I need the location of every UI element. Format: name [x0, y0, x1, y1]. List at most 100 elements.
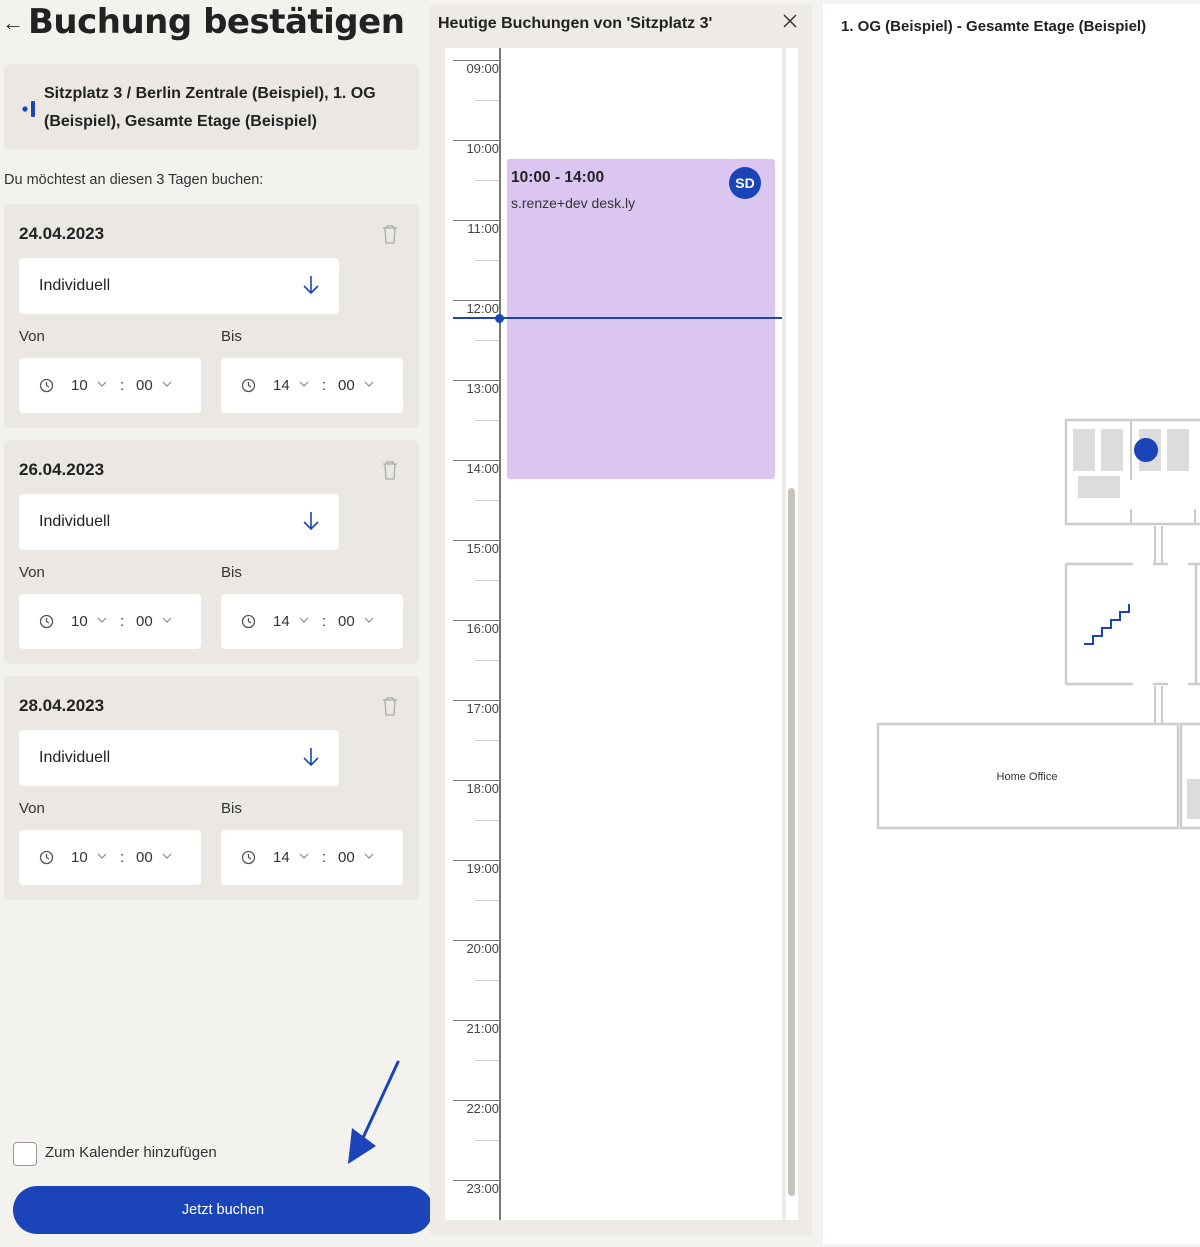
half-hour-gridline — [475, 740, 499, 741]
from-time-picker[interactable]: 10 : 00 — [19, 594, 201, 649]
seat-icon — [22, 101, 35, 117]
days-intro: Du möchtest an diesen 3 Tagen buchen: — [4, 172, 264, 188]
from-label: Von — [19, 328, 45, 345]
half-hour-gridline — [475, 820, 499, 821]
chevron-down-icon — [364, 617, 374, 623]
book-now-button[interactable]: Jetzt buchen — [13, 1186, 433, 1234]
chevron-down-icon — [97, 853, 107, 859]
time-label: 23:00 — [466, 1181, 499, 1196]
desk-room — [1064, 418, 1200, 526]
hour-select[interactable]: 10 — [71, 849, 88, 866]
time-separator: : — [120, 849, 125, 866]
staircase-room — [1064, 562, 1200, 686]
floorplan-map[interactable]: Home Office — [823, 4, 1200, 1244]
from-time-picker[interactable]: 10 : 00 — [19, 830, 201, 885]
from-label: Von — [19, 800, 45, 817]
arrow-down-icon — [303, 276, 319, 295]
booking-mode-select[interactable]: Individuell — [19, 730, 339, 786]
minute-select[interactable]: 00 — [136, 613, 153, 630]
hour-select[interactable]: 14 — [273, 849, 290, 866]
time-label: 12:00 — [466, 301, 499, 316]
hour-select[interactable]: 10 — [71, 613, 88, 630]
scrollbar-thumb[interactable] — [788, 488, 795, 1196]
booking-mode-select[interactable]: Individuell — [19, 258, 339, 314]
time-label: 14:00 — [466, 461, 499, 476]
booking-mode-select[interactable]: Individuell — [19, 494, 339, 550]
chevron-down-icon — [162, 853, 172, 859]
hour-select[interactable]: 14 — [273, 613, 290, 630]
hour-select[interactable]: 14 — [273, 377, 290, 394]
time-label: 21:00 — [466, 1021, 499, 1036]
day-card: 24.04.2023 Individuell Von Bis 10 : 00 1… — [4, 204, 419, 428]
minute-select[interactable]: 00 — [136, 377, 153, 394]
add-to-calendar-checkbox[interactable] — [13, 1142, 37, 1166]
day-date: 28.04.2023 — [19, 696, 105, 715]
clock-icon — [39, 850, 54, 865]
day-timeline[interactable]: 09:00 10:00 11:00 12:00 13:00 14:00 15:00 16:00… — [445, 48, 782, 1220]
add-to-calendar-label: Zum Kalender hinzufügen — [45, 1144, 217, 1161]
time-separator: : — [322, 377, 327, 394]
minute-select[interactable]: 00 — [338, 377, 355, 394]
clock-icon — [241, 850, 256, 865]
hour-select[interactable]: 10 — [71, 377, 88, 394]
floorplan-panel: 1. OG (Beispiel) - Gesamte Etage (Beispi… — [823, 4, 1200, 1244]
half-hour-gridline — [475, 180, 499, 181]
minute-select[interactable]: 00 — [338, 849, 355, 866]
half-hour-gridline — [475, 340, 499, 341]
booking-mode-value: Individuell — [39, 277, 111, 294]
trash-icon[interactable] — [381, 223, 399, 245]
to-label: Bis — [221, 800, 242, 817]
trash-icon[interactable] — [381, 695, 399, 717]
time-label: 13:00 — [466, 381, 499, 396]
time-label: 11:00 — [467, 221, 499, 236]
location-card: Sitzplatz 3 / Berlin Zentrale (Beispiel)… — [4, 64, 419, 150]
back-arrow-icon[interactable]: ← — [2, 10, 24, 36]
time-separator: : — [120, 613, 125, 630]
time-label: 19:00 — [466, 861, 499, 876]
half-hour-gridline — [475, 100, 499, 101]
close-icon[interactable] — [782, 13, 798, 29]
to-time-picker[interactable]: 14 : 00 — [221, 358, 403, 413]
day-card: 26.04.2023 Individuell Von Bis 10 : 00 1… — [4, 440, 419, 664]
booking-mode-value: Individuell — [39, 749, 111, 766]
day-date: 24.04.2023 — [19, 224, 105, 243]
chevron-down-icon — [364, 381, 374, 387]
booking-mode-value: Individuell — [39, 513, 111, 530]
trash-icon[interactable] — [381, 459, 399, 481]
clock-icon — [241, 378, 256, 393]
stairs-icon — [1084, 604, 1130, 645]
current-time-dot — [495, 313, 504, 323]
home-office-room[interactable]: Home Office — [876, 722, 1200, 830]
chevron-down-icon — [299, 381, 309, 387]
half-hour-gridline — [475, 900, 499, 901]
header: ← Buchung bestätigen — [0, 0, 428, 52]
location-text: Sitzplatz 3 / Berlin Zentrale (Beispiel)… — [44, 85, 376, 130]
half-hour-gridline — [475, 980, 499, 981]
to-label: Bis — [221, 564, 242, 581]
schedule-panel: Heutige Buchungen von 'Sitzplatz 3' 09:0… — [430, 4, 812, 1236]
time-label: 16:00 — [466, 621, 499, 636]
selected-seat-marker[interactable] — [1134, 438, 1158, 462]
from-label: Von — [19, 564, 45, 581]
minute-select[interactable]: 00 — [338, 613, 355, 630]
clock-icon — [39, 378, 54, 393]
clock-icon — [39, 614, 54, 629]
booking-block[interactable]: 10:00 - 14:00 s.renze+dev desk.ly SD — [507, 159, 775, 479]
pointer-arrow-icon — [348, 1060, 400, 1164]
time-separator: : — [322, 849, 327, 866]
half-hour-gridline — [475, 420, 499, 421]
chevron-down-icon — [299, 853, 309, 859]
time-label: 22:00 — [466, 1101, 499, 1116]
half-hour-gridline — [475, 500, 499, 501]
day-card: 28.04.2023 Individuell Von Bis 10 : 00 1… — [4, 676, 419, 900]
clock-icon — [241, 614, 256, 629]
time-separator: : — [322, 613, 327, 630]
to-time-picker[interactable]: 14 : 00 — [221, 830, 403, 885]
minute-select[interactable]: 00 — [136, 849, 153, 866]
arrow-down-icon — [303, 748, 319, 767]
to-time-picker[interactable]: 14 : 00 — [221, 594, 403, 649]
chevron-down-icon — [364, 853, 374, 859]
time-label: 20:00 — [466, 941, 499, 956]
from-time-picker[interactable]: 10 : 00 — [19, 358, 201, 413]
time-label: 17:00 — [466, 701, 499, 716]
